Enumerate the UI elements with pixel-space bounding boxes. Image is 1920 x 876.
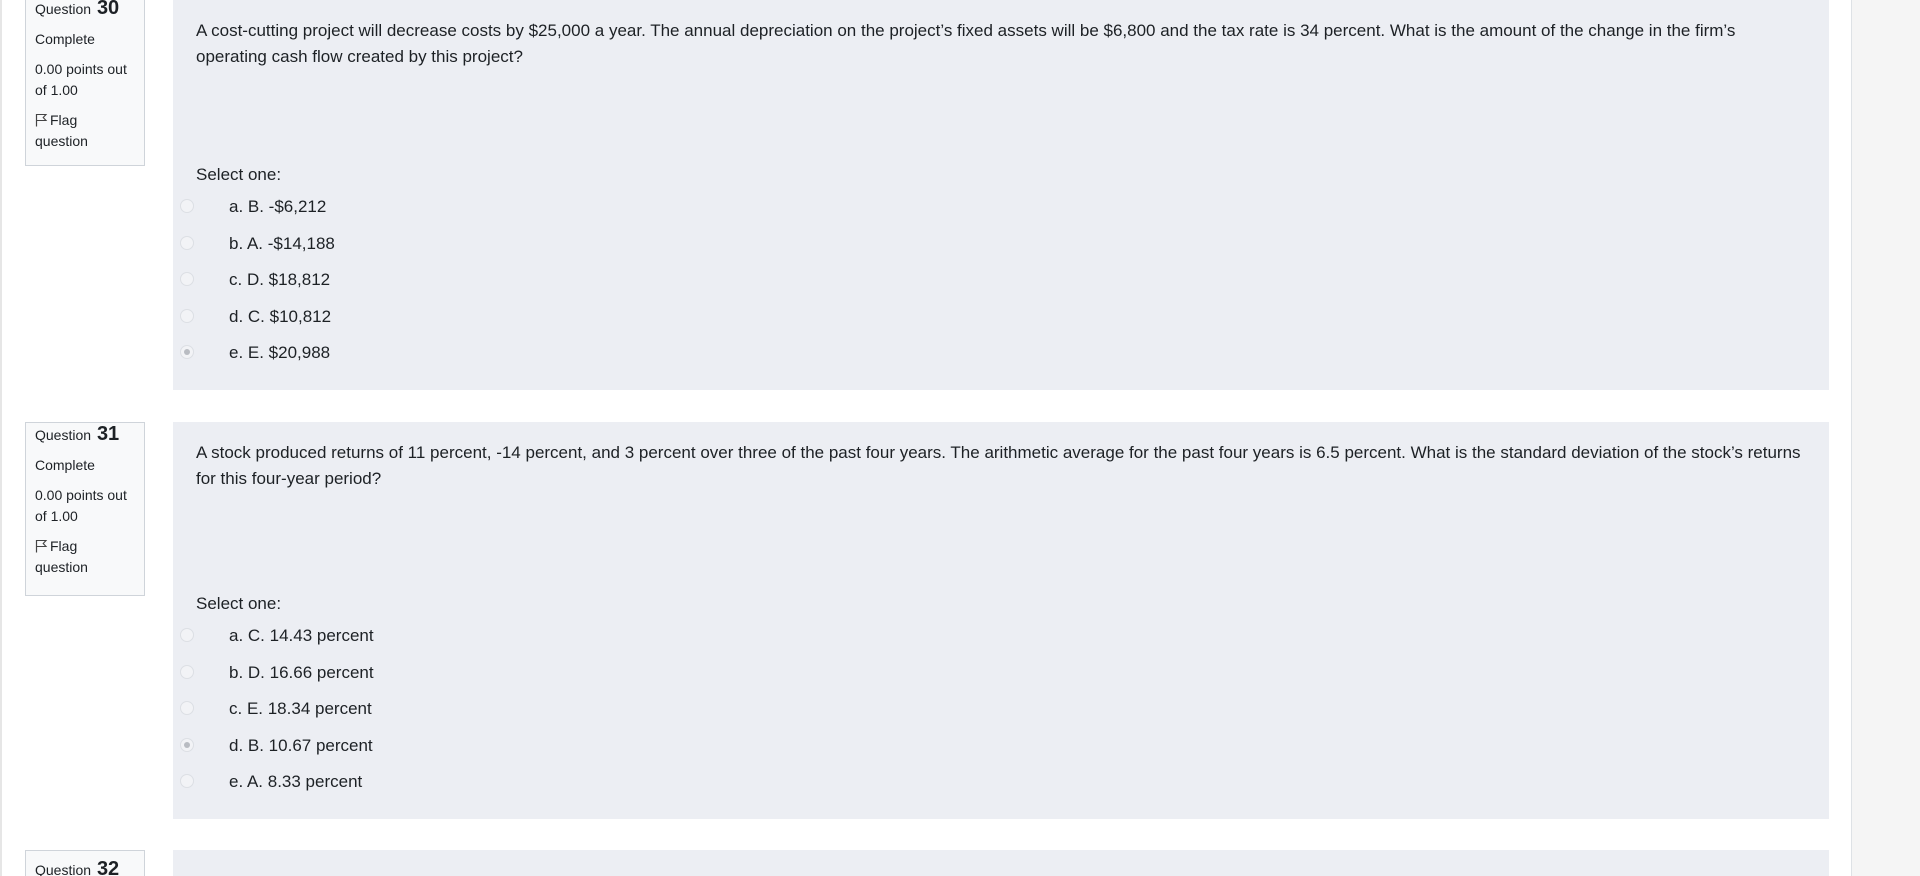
question-text: A stock produced returns of 11 percent, …: [196, 443, 1801, 488]
question-info: Question 32: [25, 850, 145, 876]
flag-question-link[interactable]: Flag question: [35, 536, 134, 578]
answer-label: e. E. $20,988: [229, 343, 331, 362]
answer-label: c. D. $18,812: [229, 270, 331, 289]
answer-option-e[interactable]: e. E. $20,988: [0, 342, 1851, 379]
radio-button[interactable]: [180, 235, 194, 250]
flag-icon: [35, 539, 48, 553]
question-number: Question 30: [35, 0, 134, 20]
question-number-value: 32: [96, 858, 120, 876]
select-one-prompt: Select one:: [196, 165, 282, 184]
radio-button[interactable]: [180, 628, 194, 642]
answer-option-b[interactable]: b. A. -$14,188: [0, 233, 1851, 270]
radio-button[interactable]: [180, 199, 194, 213]
answer-option-d[interactable]: d. C. $10,812: [0, 306, 1851, 343]
answer-option-b[interactable]: b. D. 16.66 percent: [0, 662, 1851, 699]
select-one-prompt: Select one:: [196, 594, 282, 613]
answer-label: c. E. 18.34 percent: [229, 699, 372, 718]
right-gutter: [1851, 0, 1920, 876]
radio-button[interactable]: [180, 774, 194, 788]
answer-label: e. A. 8.33 percent: [229, 772, 363, 791]
answer-option-d[interactable]: d. B. 10.67 percent: [0, 735, 1851, 772]
answer-option-e[interactable]: e. A. 8.33 percent: [0, 771, 1851, 808]
question-info: Question 30 Complete 0.00 points out of …: [25, 0, 145, 166]
answer-label: b. A. -$14,188: [229, 233, 335, 253]
radio-button-selected[interactable]: [180, 737, 194, 752]
answer-list: a. B. -$6,212 b. A. -$14,188 c. D. $18,8…: [0, 196, 1851, 379]
question-word: Question: [35, 1, 92, 17]
answer-option-a[interactable]: a. C. 14.43 percent: [0, 625, 1851, 662]
quiz-review-page: Question 30 Complete 0.00 points out of …: [0, 0, 1920, 876]
answer-option-a[interactable]: a. B. -$6,212: [0, 196, 1851, 233]
flag-question-link[interactable]: Flag question: [35, 110, 134, 152]
question-content: [173, 850, 1829, 876]
question-number-value: 31: [96, 423, 120, 445]
flag-icon: [35, 113, 48, 127]
answer-label: d. B. 10.67 percent: [229, 735, 373, 755]
question-word: Question: [35, 427, 92, 443]
answer-list: a. C. 14.43 percent b. D. 16.66 percent …: [0, 625, 1851, 808]
question-word: Question: [35, 862, 92, 876]
answer-label: a. C. 14.43 percent: [229, 626, 374, 645]
answer-label: a. B. -$6,212: [229, 197, 327, 216]
answer-option-c[interactable]: c. E. 18.34 percent: [0, 698, 1851, 735]
radio-button-selected[interactable]: [180, 345, 194, 359]
radio-button[interactable]: [180, 664, 194, 679]
question-number: Question 31: [35, 423, 134, 446]
radio-button[interactable]: [180, 272, 194, 286]
question-number-value: 30: [96, 0, 120, 19]
question-grade: 0.00 points out of 1.00: [35, 487, 127, 524]
answer-label: b. D. 16.66 percent: [229, 662, 374, 682]
radio-button[interactable]: [180, 308, 194, 323]
answer-label: d. C. $10,812: [229, 306, 332, 326]
question-grade: 0.00 points out of 1.00: [35, 61, 127, 98]
question-info: Question 31 Complete 0.00 points out of …: [25, 422, 145, 596]
answer-option-c[interactable]: c. D. $18,812: [0, 269, 1851, 306]
question-state: Complete: [35, 31, 95, 47]
question-number: Question 32: [35, 851, 134, 876]
radio-button[interactable]: [180, 701, 194, 715]
question-state: Complete: [35, 457, 95, 473]
question-text: A cost-cutting project will decrease cos…: [196, 21, 1736, 66]
